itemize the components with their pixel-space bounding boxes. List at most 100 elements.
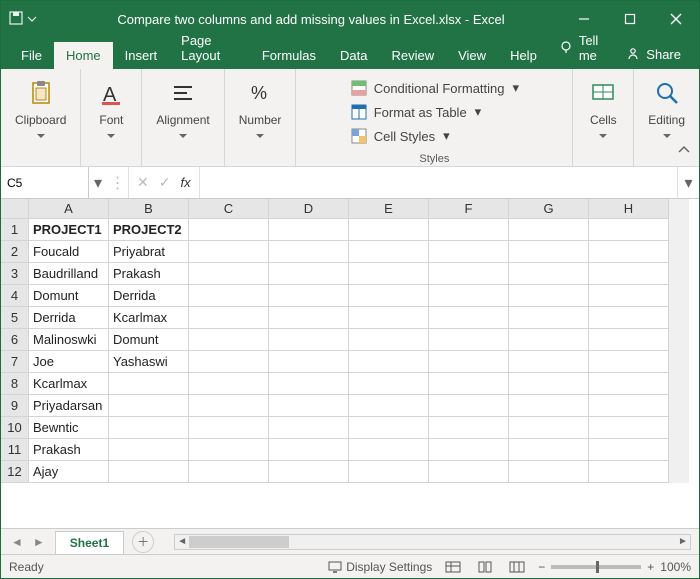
cell-G10[interactable] <box>509 417 589 439</box>
cell-B9[interactable] <box>109 395 189 417</box>
cell-G7[interactable] <box>509 351 589 373</box>
tab-help[interactable]: Help <box>498 42 549 69</box>
cell-H3[interactable] <box>589 263 669 285</box>
tab-file[interactable]: File <box>9 42 54 69</box>
row-header[interactable]: 2 <box>1 241 29 263</box>
tab-home[interactable]: Home <box>54 42 113 69</box>
cell-H2[interactable] <box>589 241 669 263</box>
row-header[interactable]: 10 <box>1 417 29 439</box>
zoom-out-button[interactable]: − <box>538 560 545 574</box>
row-header[interactable]: 1 <box>1 219 29 241</box>
column-header[interactable]: A <box>29 199 109 219</box>
alignment-button[interactable]: Alignment <box>148 73 217 149</box>
cell-E2[interactable] <box>349 241 429 263</box>
zoom-slider[interactable] <box>551 565 641 569</box>
cell-G3[interactable] <box>509 263 589 285</box>
cell-D4[interactable] <box>269 285 349 307</box>
cell-E6[interactable] <box>349 329 429 351</box>
zoom-level[interactable]: 100% <box>660 560 691 574</box>
expand-formula-bar[interactable]: ▾ <box>677 167 699 198</box>
cell-A6[interactable]: Malinoswki <box>29 329 109 351</box>
sheet-nav-next[interactable]: ► <box>29 535 49 549</box>
cell-A11[interactable]: Prakash <box>29 439 109 461</box>
cell-B1[interactable]: PROJECT2 <box>109 219 189 241</box>
cell-C10[interactable] <box>189 417 269 439</box>
format-as-table-button[interactable]: Format as Table ▾ <box>350 101 519 123</box>
cell-D11[interactable] <box>269 439 349 461</box>
cell-G12[interactable] <box>509 461 589 483</box>
tab-page-layout[interactable]: Page Layout <box>169 27 250 69</box>
column-header[interactable]: B <box>109 199 189 219</box>
cell-A2[interactable]: Foucald <box>29 241 109 263</box>
row-header[interactable]: 9 <box>1 395 29 417</box>
editing-button[interactable]: Editing <box>640 73 693 149</box>
cell-B10[interactable] <box>109 417 189 439</box>
cell-A8[interactable]: Kcarlmax <box>29 373 109 395</box>
cell-F5[interactable] <box>429 307 509 329</box>
cell-C5[interactable] <box>189 307 269 329</box>
insert-function-button[interactable]: fx <box>180 175 190 190</box>
cell-G5[interactable] <box>509 307 589 329</box>
close-button[interactable] <box>653 1 699 37</box>
cell-F12[interactable] <box>429 461 509 483</box>
cell-B6[interactable]: Domunt <box>109 329 189 351</box>
cell-H10[interactable] <box>589 417 669 439</box>
cell-H4[interactable] <box>589 285 669 307</box>
normal-view-button[interactable] <box>442 558 464 576</box>
cell-E4[interactable] <box>349 285 429 307</box>
column-header[interactable]: D <box>269 199 349 219</box>
cell-E1[interactable] <box>349 219 429 241</box>
cell-B2[interactable]: Priyabrat <box>109 241 189 263</box>
cell-D1[interactable] <box>269 219 349 241</box>
cell-F1[interactable] <box>429 219 509 241</box>
cell-A12[interactable]: Ajay <box>29 461 109 483</box>
cell-B11[interactable] <box>109 439 189 461</box>
cell-E8[interactable] <box>349 373 429 395</box>
column-header[interactable]: G <box>509 199 589 219</box>
cell-B5[interactable]: Kcarlmax <box>109 307 189 329</box>
row-header[interactable]: 4 <box>1 285 29 307</box>
row-header[interactable]: 11 <box>1 439 29 461</box>
cell-H11[interactable] <box>589 439 669 461</box>
cell-E12[interactable] <box>349 461 429 483</box>
cell-G6[interactable] <box>509 329 589 351</box>
cell-G1[interactable] <box>509 219 589 241</box>
cell-G8[interactable] <box>509 373 589 395</box>
tab-review[interactable]: Review <box>379 42 446 69</box>
zoom-in-button[interactable]: + <box>647 560 654 574</box>
cell-C9[interactable] <box>189 395 269 417</box>
tab-insert[interactable]: Insert <box>113 42 170 69</box>
tab-view[interactable]: View <box>446 42 498 69</box>
cell-H6[interactable] <box>589 329 669 351</box>
cell-B3[interactable]: Prakash <box>109 263 189 285</box>
cell-C3[interactable] <box>189 263 269 285</box>
cell-E7[interactable] <box>349 351 429 373</box>
row-header[interactable]: 5 <box>1 307 29 329</box>
cell-A3[interactable]: Baudrilland <box>29 263 109 285</box>
cell-D5[interactable] <box>269 307 349 329</box>
cell-D8[interactable] <box>269 373 349 395</box>
cell-E5[interactable] <box>349 307 429 329</box>
cell-F4[interactable] <box>429 285 509 307</box>
column-header[interactable]: C <box>189 199 269 219</box>
name-box[interactable] <box>7 176 82 190</box>
cell-F7[interactable] <box>429 351 509 373</box>
cancel-formula-icon[interactable]: ✕ <box>137 174 149 191</box>
cell-H9[interactable] <box>589 395 669 417</box>
cell-B7[interactable]: Yashaswi <box>109 351 189 373</box>
cell-D9[interactable] <box>269 395 349 417</box>
cell-H8[interactable] <box>589 373 669 395</box>
vertical-scrollbar[interactable] <box>669 199 689 219</box>
scrollbar-thumb[interactable] <box>189 536 289 548</box>
cell-A10[interactable]: Bewntic <box>29 417 109 439</box>
cell-E3[interactable] <box>349 263 429 285</box>
cell-E11[interactable] <box>349 439 429 461</box>
cell-C1[interactable] <box>189 219 269 241</box>
cell-G4[interactable] <box>509 285 589 307</box>
page-break-view-button[interactable] <box>506 558 528 576</box>
enter-formula-icon[interactable]: ✓ <box>159 174 171 191</box>
row-header[interactable]: 8 <box>1 373 29 395</box>
share-button[interactable]: Share <box>616 40 691 69</box>
new-sheet-button[interactable]: ＋ <box>132 531 154 553</box>
cell-C7[interactable] <box>189 351 269 373</box>
